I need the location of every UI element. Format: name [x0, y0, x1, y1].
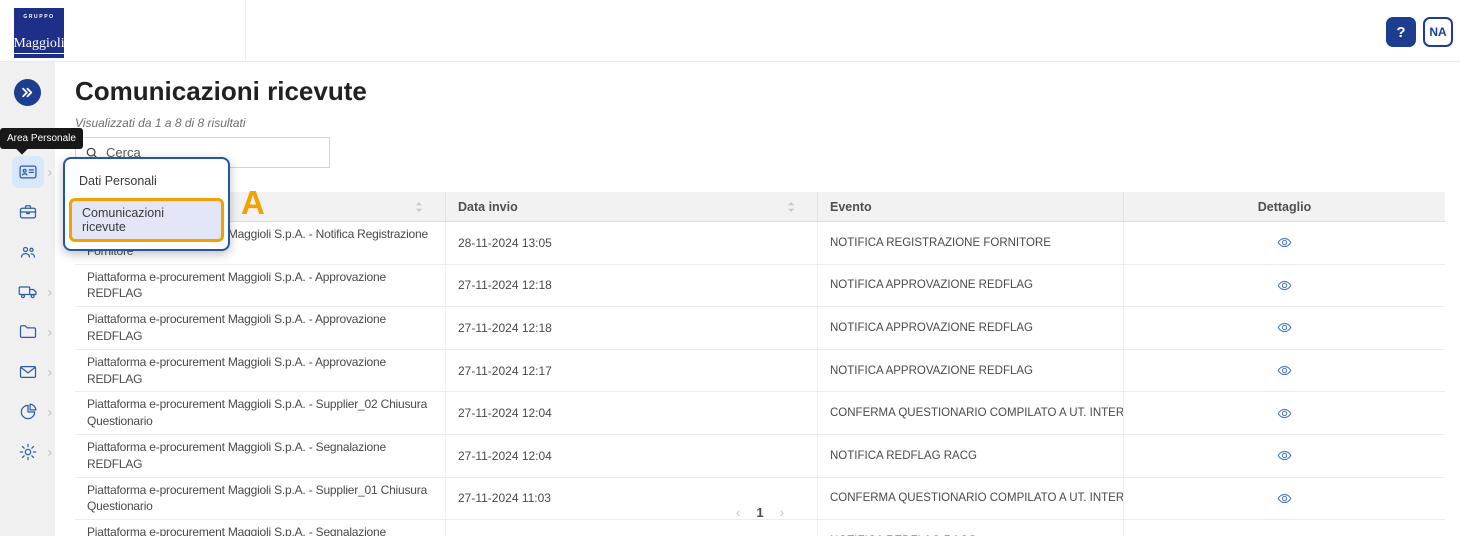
cell-dettaglio [1123, 349, 1445, 392]
table-header-row: Data invio Evento Dettaglio [75, 192, 1445, 222]
table-row: Piattaforma e-procurement Maggioli S.p.A… [75, 434, 1445, 478]
view-detail-button[interactable] [1274, 404, 1295, 423]
cell-evento: NOTIFICA APPROVAZIONE REDFLAG [817, 307, 1123, 349]
sidebar-item-settings[interactable]: › [0, 438, 55, 466]
cell-data-invio: 27-11-2024 12:18 [445, 264, 817, 307]
cell-oggetto: Piattaforma e-procurement Maggioli S.p.A… [87, 269, 386, 301]
cell-dettaglio [1123, 392, 1445, 434]
annotation-label-a: A [241, 184, 265, 221]
main-content: Comunicazioni ricevute Visualizzati da 1… [55, 62, 1460, 536]
cell-dettaglio [1123, 264, 1445, 307]
tooltip-area-personale: Area Personale [0, 128, 83, 149]
top-header-bar: GRUPPO Maggioli ? NA [0, 0, 1460, 62]
truck-icon [18, 286, 37, 299]
mail-icon [19, 365, 36, 379]
chevron-right-icon: › [47, 284, 52, 300]
table-row: Piattaforma e-procurement Maggioli S.p.A… [75, 392, 1445, 435]
eye-icon [1277, 408, 1292, 418]
cell-evento: CONFERMA QUESTIONARIO COMPILATO A UT. IN… [817, 392, 1123, 434]
briefcase-icon [19, 205, 36, 219]
eye-icon [1277, 238, 1292, 248]
sidebar-item-truck[interactable]: › [0, 278, 55, 306]
pie-chart-icon [20, 403, 37, 420]
view-detail-button[interactable] [1274, 531, 1295, 536]
column-header-data-invio[interactable]: Data invio [445, 192, 817, 221]
cell-data-invio: 27-11-2024 12:18 [445, 307, 817, 349]
cell-oggetto: Piattaforma e-procurement Maggioli S.p.A… [87, 397, 428, 429]
cell-evento: NOTIFICA REDFLAG RACG [817, 434, 1123, 477]
communications-table: Data invio Evento Dettaglio Piattaforma … [75, 192, 1445, 536]
cell-data-invio: 27-11-2024 12:04 [445, 434, 817, 477]
chevron-right-icon: › [47, 164, 52, 180]
table-row: Piattaforma e-procurement Maggioli S.p.A… [75, 264, 1445, 308]
sidebar-item-area-personale[interactable]: › [0, 156, 55, 188]
view-detail-button[interactable] [1274, 233, 1295, 252]
sidebar-item-reports[interactable]: › [0, 398, 55, 426]
column-header-evento[interactable]: Evento [817, 192, 1123, 221]
table-row: Piattaforma e-procurement Maggioli S.p.A… [75, 222, 1445, 265]
table-row: Piattaforma e-procurement Maggioli S.p.A… [75, 349, 1445, 393]
pagination-page-1[interactable]: 1 [756, 505, 763, 520]
cell-dettaglio [1123, 307, 1445, 349]
cell-oggetto: Piattaforma e-procurement Maggioli S.p.A… [87, 354, 386, 386]
header-divider [245, 0, 246, 61]
eye-icon [1277, 451, 1292, 461]
pagination-next-icon[interactable]: › [780, 504, 785, 520]
table-row: Piattaforma e-procurement Maggioli S.p.A… [75, 520, 1445, 536]
cell-evento: NOTIFICA REDFLAG RACG [817, 520, 1123, 536]
cell-oggetto: Piattaforma e-procurement Maggioli S.p.A… [87, 439, 386, 471]
sidebar-nav: › › › › › › [0, 156, 55, 466]
eye-icon [1277, 323, 1292, 333]
sort-icon [788, 201, 794, 212]
maggioli-logo: GRUPPO Maggioli [13, 8, 65, 58]
menu-item-dati-personali[interactable]: Dati Personali [65, 166, 228, 196]
cell-oggetto: Piattaforma e-procurement Maggioli S.p.A… [87, 312, 386, 343]
cell-data-invio: 27-11-2024 11:03 [445, 520, 817, 536]
cell-evento: NOTIFICA APPROVAZIONE REDFLAG [817, 264, 1123, 307]
user-avatar-button[interactable]: NA [1423, 17, 1453, 47]
view-detail-button[interactable] [1274, 446, 1295, 465]
view-detail-button[interactable] [1274, 276, 1295, 295]
sidebar-item-briefcase[interactable] [0, 198, 55, 226]
sidebar-expand-button[interactable] [14, 79, 41, 106]
cell-dettaglio [1123, 434, 1445, 477]
table-row: Piattaforma e-procurement Maggioli S.p.A… [75, 307, 1445, 350]
logo-name-label: Maggioli [13, 37, 65, 54]
sidebar-item-folder[interactable]: › [0, 318, 55, 346]
pagination: ‹ 1 › [75, 504, 1445, 520]
folder-icon [19, 325, 36, 339]
cell-data-invio: 28-11-2024 13:05 [445, 222, 817, 264]
help-button[interactable]: ? [1386, 17, 1416, 47]
gear-icon [19, 443, 36, 461]
cell-data-invio: 27-11-2024 12:04 [445, 392, 817, 434]
view-detail-button[interactable] [1274, 318, 1295, 337]
column-header-dettaglio: Dettaglio [1123, 192, 1445, 221]
eye-icon [1277, 365, 1292, 376]
logo-group-label: GRUPPO [23, 14, 55, 20]
cell-evento: NOTIFICA REGISTRAZIONE FORNITORE [817, 222, 1123, 264]
sidebar-item-mail[interactable]: › [0, 358, 55, 386]
table-body: Piattaforma e-procurement Maggioli S.p.A… [75, 222, 1445, 536]
cell-dettaglio [1123, 520, 1445, 536]
menu-item-comunicazioni-ricevute[interactable]: Comunicazioni ricevute [69, 198, 224, 242]
id-card-icon [18, 165, 37, 179]
cell-evento: NOTIFICA APPROVAZIONE REDFLAG [817, 349, 1123, 392]
eye-icon [1277, 280, 1292, 290]
sort-icon [416, 201, 422, 212]
sidebar-item-users[interactable] [0, 238, 55, 266]
chevrons-right-icon [22, 87, 33, 98]
pagination-prev-icon[interactable]: ‹ [736, 504, 741, 520]
page-title: Comunicazioni ricevute [75, 76, 367, 106]
cell-data-invio: 27-11-2024 12:17 [445, 349, 817, 392]
chevron-right-icon: › [47, 364, 52, 380]
cell-oggetto: Piattaforma e-procurement Maggioli S.p.A… [87, 525, 386, 536]
chevron-right-icon: › [47, 444, 52, 460]
area-personale-menu: Dati Personali Comunicazioni ricevute [63, 157, 230, 251]
users-icon [20, 246, 35, 258]
results-summary: Visualizzati da 1 a 8 di 8 risultati [75, 116, 246, 130]
chevron-right-icon: › [47, 324, 52, 340]
chevron-right-icon: › [47, 404, 52, 420]
view-detail-button[interactable] [1274, 361, 1295, 380]
cell-dettaglio [1123, 222, 1445, 264]
